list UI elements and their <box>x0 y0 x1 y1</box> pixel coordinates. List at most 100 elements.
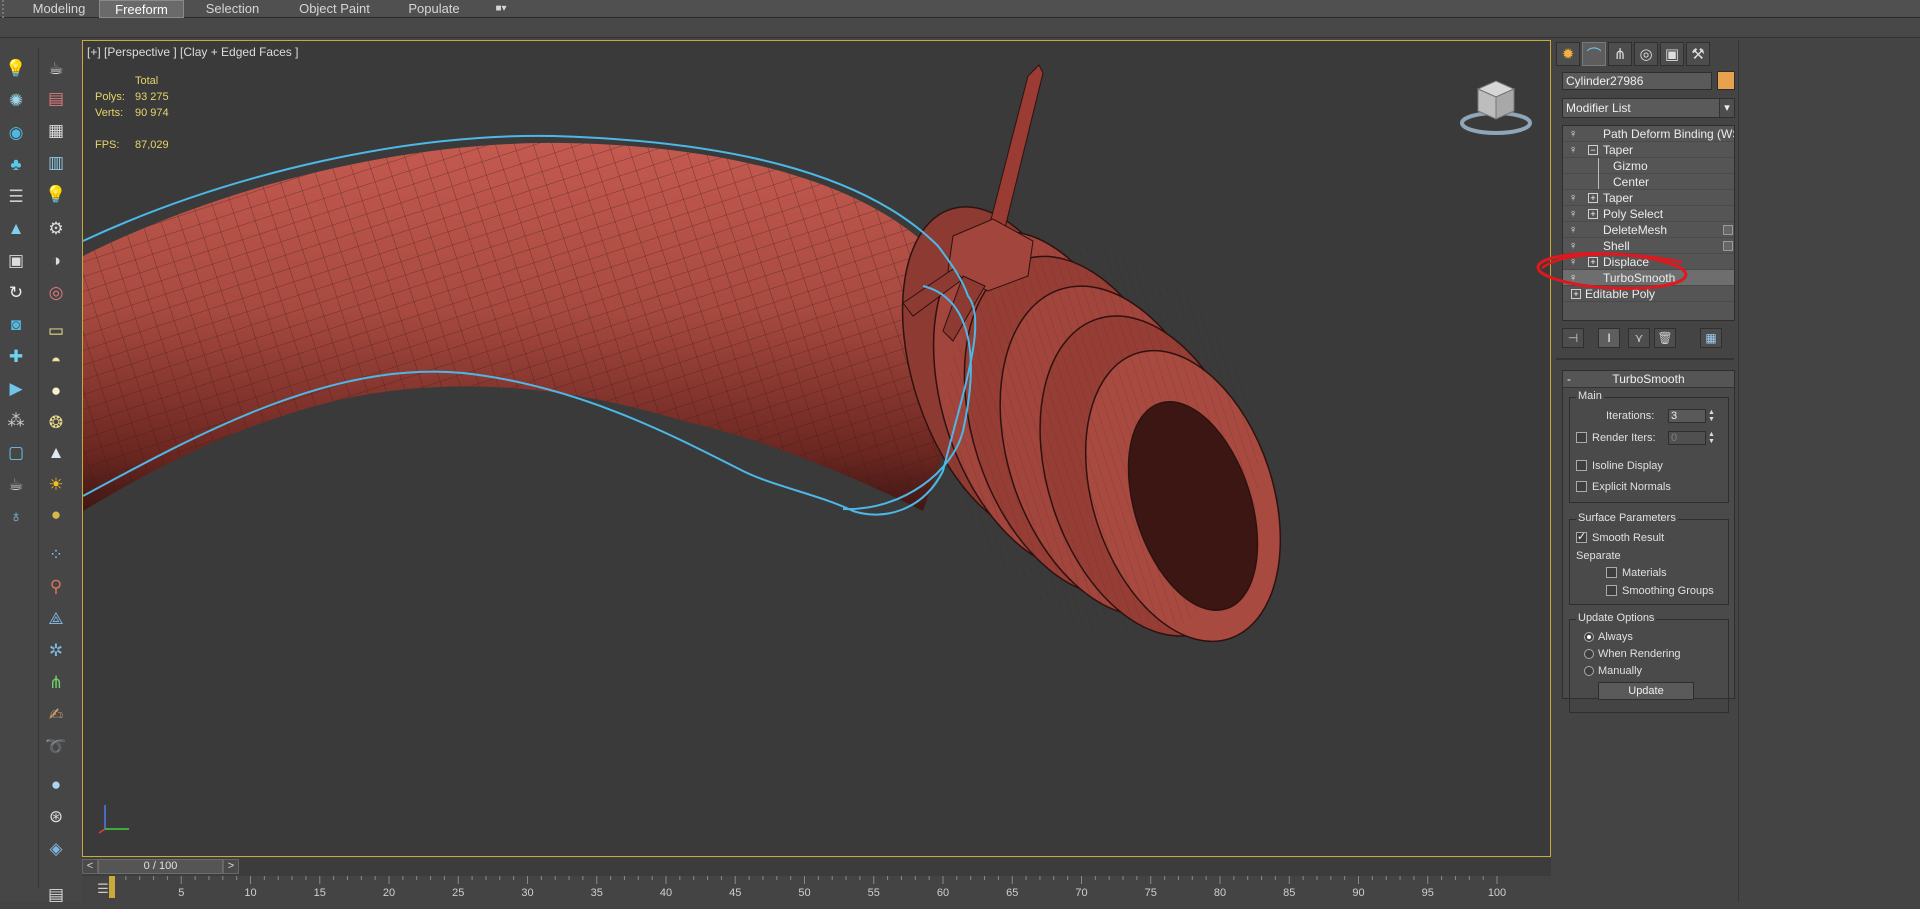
torus-knot-icon[interactable]: ❂ <box>44 410 68 434</box>
tab-freeform[interactable]: Freeform <box>99 0 184 18</box>
rotate-icon[interactable]: ↻ <box>4 280 28 304</box>
target-icon[interactable]: ✚ <box>4 344 28 368</box>
stack-item-deletemesh[interactable]: ♀ DeleteMesh <box>1563 222 1734 238</box>
tab-selection[interactable]: Selection <box>190 0 275 18</box>
plane-icon[interactable]: ▭ <box>44 318 68 342</box>
connect-icon[interactable]: ⚲ <box>44 574 68 598</box>
spotlight-icon[interactable]: ♁ <box>4 504 28 528</box>
tab-modeling[interactable]: Modeling <box>14 0 104 18</box>
stack-item-gizmo[interactable]: Gizmo <box>1563 158 1734 190</box>
time-slider-thumb[interactable]: 0 / 100 <box>98 859 223 874</box>
create-sun-icon[interactable]: ✹ <box>1556 42 1580 66</box>
collapse-icon[interactable]: − <box>1588 145 1598 155</box>
gear-icon[interactable]: ✲ <box>44 638 68 662</box>
bulb-icon[interactable]: ♀ <box>1569 222 1581 238</box>
manually-radio[interactable] <box>1584 666 1594 676</box>
bulb-icon[interactable]: ♀ <box>1569 126 1581 142</box>
bulb-icon[interactable]: ♀ <box>1569 142 1581 158</box>
box-icon[interactable]: ◙ <box>4 312 28 336</box>
update-button[interactable]: Update <box>1598 682 1694 700</box>
hierarchy-icon[interactable]: ⋔ <box>1608 42 1632 66</box>
spinner-arrows-icon[interactable]: ▲ ▼ <box>1707 431 1716 445</box>
sun-icon[interactable]: ☀ <box>44 472 68 496</box>
particles-icon[interactable]: ⁂ <box>4 408 28 432</box>
sphere-shaded-icon[interactable]: ● <box>44 772 68 796</box>
viewport-label[interactable]: [+] [Perspective ] [Clay + Edged Faces ] <box>87 45 298 59</box>
utilities-hammer-icon[interactable]: ⚒ <box>1686 42 1710 66</box>
motion-icon[interactable]: ◎ <box>1634 42 1658 66</box>
lock-icon[interactable]: ▣ <box>4 248 28 272</box>
chevron-down-icon[interactable]: ▾ <box>1719 99 1734 117</box>
light-bulb-icon[interactable]: 💡 <box>4 56 28 80</box>
sheet-icon[interactable]: ▦ <box>44 118 68 142</box>
render-iters-spinner[interactable]: 0 <box>1668 431 1706 445</box>
perspective-viewport[interactable]: [+] [Perspective ] [Clay + Edged Faces ]… <box>82 40 1551 857</box>
render-setup-icon[interactable]: ▶ <box>4 376 28 400</box>
explicit-normals-checkbox[interactable] <box>1576 481 1587 492</box>
stack-item-path-deform[interactable]: ♀ Path Deform Binding (WSM) <box>1563 126 1734 142</box>
make-unique-icon[interactable]: ⋎ <box>1628 328 1650 348</box>
sun-point-icon[interactable]: ✺ <box>4 88 28 112</box>
when-rendering-radio[interactable] <box>1584 649 1594 659</box>
bulb-icon[interactable]: ♀ <box>1569 206 1581 222</box>
object-color-swatch[interactable] <box>1717 71 1735 90</box>
tab-populate[interactable]: Populate <box>392 0 476 18</box>
cube-texture-icon[interactable]: ◈ <box>44 836 68 860</box>
object-name-field[interactable]: Cylinder27986 <box>1562 72 1712 90</box>
spinner-arrows-icon[interactable]: ▲ ▼ <box>1707 409 1716 423</box>
smoothing-groups-checkbox[interactable] <box>1606 585 1617 596</box>
stack-item-taper[interactable]: ♀ + Taper <box>1563 190 1734 206</box>
hair-rope-icon[interactable]: ➰ <box>44 734 68 758</box>
modify-bend-icon[interactable]: ⌒ <box>1582 42 1606 66</box>
forest-icon[interactable]: ♣ <box>4 152 28 176</box>
teapot-icon[interactable]: ☕ <box>44 56 68 80</box>
frame-icon[interactable]: ▢ <box>4 440 28 464</box>
track-bar[interactable]: ☰ 05101520253035404550556065707580859095… <box>82 876 1551 904</box>
dolly-icon[interactable]: ⚙ <box>44 216 68 240</box>
expand-icon[interactable]: + <box>1588 209 1598 219</box>
grass-icon[interactable]: ⋔ <box>44 670 68 694</box>
mirror-icon[interactable]: ⟁ <box>44 606 68 630</box>
teapot-icon[interactable]: ☕ <box>4 472 28 496</box>
next-frame-button[interactable]: > <box>223 859 239 874</box>
camera-rig-icon[interactable]: ◎ <box>44 280 68 304</box>
viewcube-icon[interactable] <box>1456 71 1536 141</box>
iterations-spinner[interactable]: 3 <box>1668 409 1706 423</box>
collapse-icon[interactable]: - <box>1567 371 1571 388</box>
bulb-yellow-icon[interactable]: 💡 <box>44 182 68 206</box>
rollout-title[interactable]: - TurboSmooth <box>1563 371 1734 388</box>
configure-sets-icon[interactable]: ▦ <box>1700 328 1722 348</box>
sphere-icon[interactable]: ● <box>44 378 68 402</box>
render-iters-checkbox[interactable] <box>1576 432 1587 443</box>
show-end-result-icon[interactable]: I <box>1598 328 1620 348</box>
bulb-icon[interactable]: ♀ <box>1569 190 1581 206</box>
materials-checkbox[interactable] <box>1606 567 1617 578</box>
stack-item-center[interactable]: Center <box>1563 174 1734 190</box>
current-frame-marker[interactable] <box>109 876 115 898</box>
render-frame-icon[interactable]: ▤ <box>44 86 68 110</box>
toggle-options-icon[interactable]: ■▾ <box>486 0 516 18</box>
torus-icon[interactable]: ◑ <box>44 248 68 272</box>
smooth-result-checkbox[interactable] <box>1576 530 1587 543</box>
time-slider[interactable]: < 0 / 100 > <box>82 858 1551 876</box>
mesh-grid-icon[interactable]: ⁘ <box>44 542 68 566</box>
stack-item-checkbox[interactable] <box>1723 225 1733 235</box>
display-icon[interactable]: ▣ <box>1660 42 1684 66</box>
hose-threaded-end[interactable] <box>865 182 1315 678</box>
tab-object-paint[interactable]: Object Paint <box>283 0 386 18</box>
modifier-list-dropdown[interactable]: Modifier List ▾ <box>1562 98 1735 118</box>
camera-icon[interactable]: ◉ <box>4 120 28 144</box>
prev-frame-button[interactable]: < <box>82 859 98 874</box>
expand-icon[interactable]: + <box>1588 193 1598 203</box>
sphere-grid-icon[interactable]: ⊛ <box>44 804 68 828</box>
table-icon[interactable]: ▥ <box>44 150 68 174</box>
remove-modifier-icon[interactable]: 🗑 <box>1654 328 1676 348</box>
layers-icon[interactable]: ☰ <box>4 184 28 208</box>
stack-item-checkbox[interactable] <box>1723 241 1733 251</box>
stack-item-taper-expanded[interactable]: ♀ − Taper <box>1563 142 1734 158</box>
stack-item-poly-select[interactable]: ♀ + Poly Select <box>1563 206 1734 222</box>
isoline-display-checkbox[interactable] <box>1576 460 1587 471</box>
pyramid-icon[interactable]: ▲ <box>4 216 28 240</box>
hair-icon[interactable]: ✍ <box>44 702 68 726</box>
disc-icon[interactable]: ● <box>44 502 68 526</box>
